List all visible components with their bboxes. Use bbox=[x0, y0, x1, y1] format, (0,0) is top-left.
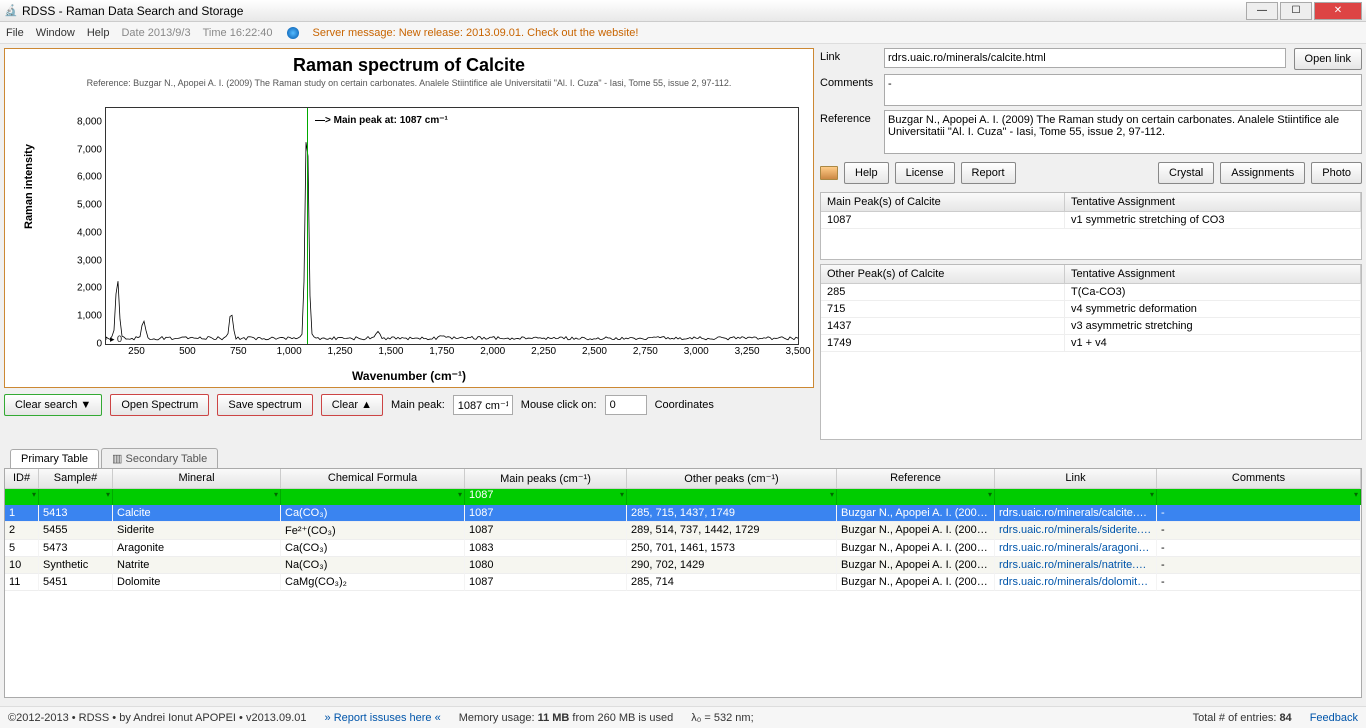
col-mainpeaks[interactable]: Main peaks (cm⁻¹) bbox=[465, 469, 627, 489]
crystal-button[interactable]: Crystal bbox=[1158, 162, 1214, 184]
other-peak-row[interactable]: 715v4 symmetric deformation bbox=[821, 301, 1361, 318]
link-label: Link bbox=[820, 48, 876, 63]
main-peaks-header: Main Peak(s) of Calcite bbox=[821, 193, 1065, 212]
spectrum-chart[interactable]: Raman spectrum of Calcite Reference: Buz… bbox=[4, 48, 814, 388]
report-issues-link[interactable]: » Report issuses here « bbox=[325, 712, 441, 724]
menu-file[interactable]: File bbox=[6, 27, 24, 39]
feedback-link[interactable]: Feedback bbox=[1310, 712, 1358, 724]
filter-mainpeaks[interactable]: 1087 bbox=[465, 489, 627, 505]
maximize-button[interactable]: ☐ bbox=[1280, 2, 1312, 20]
open-spectrum-button[interactable]: Open Spectrum bbox=[110, 394, 209, 416]
col-mineral[interactable]: Mineral bbox=[113, 469, 281, 489]
titlebar: 🔬 RDSS - Raman Data Search and Storage —… bbox=[0, 0, 1366, 22]
filter-row[interactable]: 1087 bbox=[5, 489, 1361, 505]
app-icon: 🔬 bbox=[4, 4, 18, 18]
statusbar: ©2012-2013 • RDSS • by Andrei Ionut APOP… bbox=[0, 706, 1366, 728]
tab-primary[interactable]: Primary Table bbox=[10, 449, 99, 468]
table-row[interactable]: 25455Siderite Fe²⁺(CO₃)1087 289, 514, 73… bbox=[5, 522, 1361, 540]
main-peaks-table: Main Peak(s) of CalciteTentative Assignm… bbox=[820, 192, 1362, 260]
clear-search-button[interactable]: Clear search ▼ bbox=[4, 394, 102, 416]
menu-window[interactable]: Window bbox=[36, 27, 75, 39]
table-row[interactable]: 10SyntheticNatrite Na(CO₃)1080 290, 702,… bbox=[5, 557, 1361, 574]
other-peak-row[interactable]: 1749v1 + v4 bbox=[821, 335, 1361, 352]
chart-ylabel: Raman intensity bbox=[23, 144, 35, 229]
memory-usage: Memory usage: 11 MB from 260 MB is used bbox=[459, 712, 674, 724]
col-otherpeaks[interactable]: Other peaks (cm⁻¹) bbox=[627, 469, 837, 489]
col-reference[interactable]: Reference bbox=[837, 469, 995, 489]
table-row[interactable]: 15413Calcite Ca(CO₃)1087 285, 715, 1437,… bbox=[5, 505, 1361, 522]
bars-icon: ▥ bbox=[112, 453, 125, 465]
chart-title: Raman spectrum of Calcite bbox=[11, 55, 807, 76]
other-peak-row[interactable]: 1437v3 asymmetric stretching bbox=[821, 318, 1361, 335]
close-button[interactable]: ✕ bbox=[1314, 2, 1362, 20]
menubar: File Window Help Date 2013/9/3 Time 16:2… bbox=[0, 22, 1366, 44]
menu-date: Date 2013/9/3 bbox=[121, 27, 190, 39]
other-peaks-table: Other Peak(s) of CalciteTentative Assign… bbox=[820, 264, 1362, 440]
reference-textarea[interactable]: Buzgar N., Apopei A. I. (2009) The Raman… bbox=[884, 110, 1362, 154]
tentative-header-2: Tentative Assignment bbox=[1065, 265, 1361, 284]
other-peak-row[interactable]: 285T(Ca-CO3) bbox=[821, 284, 1361, 301]
window-title: RDSS - Raman Data Search and Storage bbox=[22, 4, 1244, 18]
col-id[interactable]: ID# bbox=[5, 469, 39, 489]
menu-time: Time 16:22:40 bbox=[203, 27, 273, 39]
globe-icon bbox=[287, 27, 299, 39]
chart-xlabel: Wavenumber (cm⁻¹) bbox=[352, 369, 466, 383]
report-button[interactable]: Report bbox=[961, 162, 1016, 184]
main-peak-label: Main peak: bbox=[391, 399, 445, 411]
other-peaks-header: Other Peak(s) of Calcite bbox=[821, 265, 1065, 284]
col-formula[interactable]: Chemical Formula bbox=[281, 469, 465, 489]
lambda: λ₀ = 532 nm; bbox=[691, 712, 753, 724]
photo-button[interactable]: Photo bbox=[1311, 162, 1362, 184]
coordinates-label: Coordinates bbox=[655, 399, 714, 411]
chart-subtitle: Reference: Buzgar N., Apopei A. I. (2009… bbox=[11, 78, 807, 88]
comments-textarea[interactable]: - bbox=[884, 74, 1362, 106]
plot-area[interactable]: 01,0002,0003,0004,0005,0006,0007,0008,00… bbox=[105, 107, 799, 345]
main-peak-input[interactable] bbox=[453, 395, 513, 415]
tentative-header: Tentative Assignment bbox=[1065, 193, 1361, 212]
comments-label: Comments bbox=[820, 74, 876, 89]
menu-help[interactable]: Help bbox=[87, 27, 110, 39]
copyright: ©2012-2013 • RDSS • by Andrei Ionut APOP… bbox=[8, 712, 307, 724]
assignments-button[interactable]: Assignments bbox=[1220, 162, 1305, 184]
save-spectrum-button[interactable]: Save spectrum bbox=[217, 394, 312, 416]
main-peak-row[interactable]: 1087v1 symmetric stretching of CO3 bbox=[821, 212, 1361, 229]
link-input[interactable] bbox=[884, 48, 1286, 68]
data-table: ID# Sample# Mineral Chemical Formula Mai… bbox=[4, 468, 1362, 698]
minimize-button[interactable]: — bbox=[1246, 2, 1278, 20]
col-link[interactable]: Link bbox=[995, 469, 1157, 489]
license-button[interactable]: License bbox=[895, 162, 955, 184]
help-button[interactable]: Help bbox=[844, 162, 889, 184]
col-comments[interactable]: Comments bbox=[1157, 469, 1361, 489]
mouse-click-input[interactable] bbox=[605, 395, 647, 415]
table-row[interactable]: 55473Aragonite Ca(CO₃)1083 250, 701, 146… bbox=[5, 540, 1361, 557]
mouse-click-label: Mouse click on: bbox=[521, 399, 597, 411]
server-message: Server message: New release: 2013.09.01.… bbox=[313, 27, 639, 39]
clear-button[interactable]: Clear ▲ bbox=[321, 394, 383, 416]
col-sample[interactable]: Sample# bbox=[39, 469, 113, 489]
book-icon[interactable] bbox=[820, 166, 838, 180]
reference-label: Reference bbox=[820, 110, 876, 125]
open-link-button[interactable]: Open link bbox=[1294, 48, 1362, 70]
total-entries: Total # of entries: 84 bbox=[1193, 712, 1292, 724]
tab-secondary[interactable]: ▥ Secondary Table bbox=[101, 448, 218, 468]
table-row[interactable]: 115451Dolomite CaMg(CO₃)₂1087 285, 714Bu… bbox=[5, 574, 1361, 591]
